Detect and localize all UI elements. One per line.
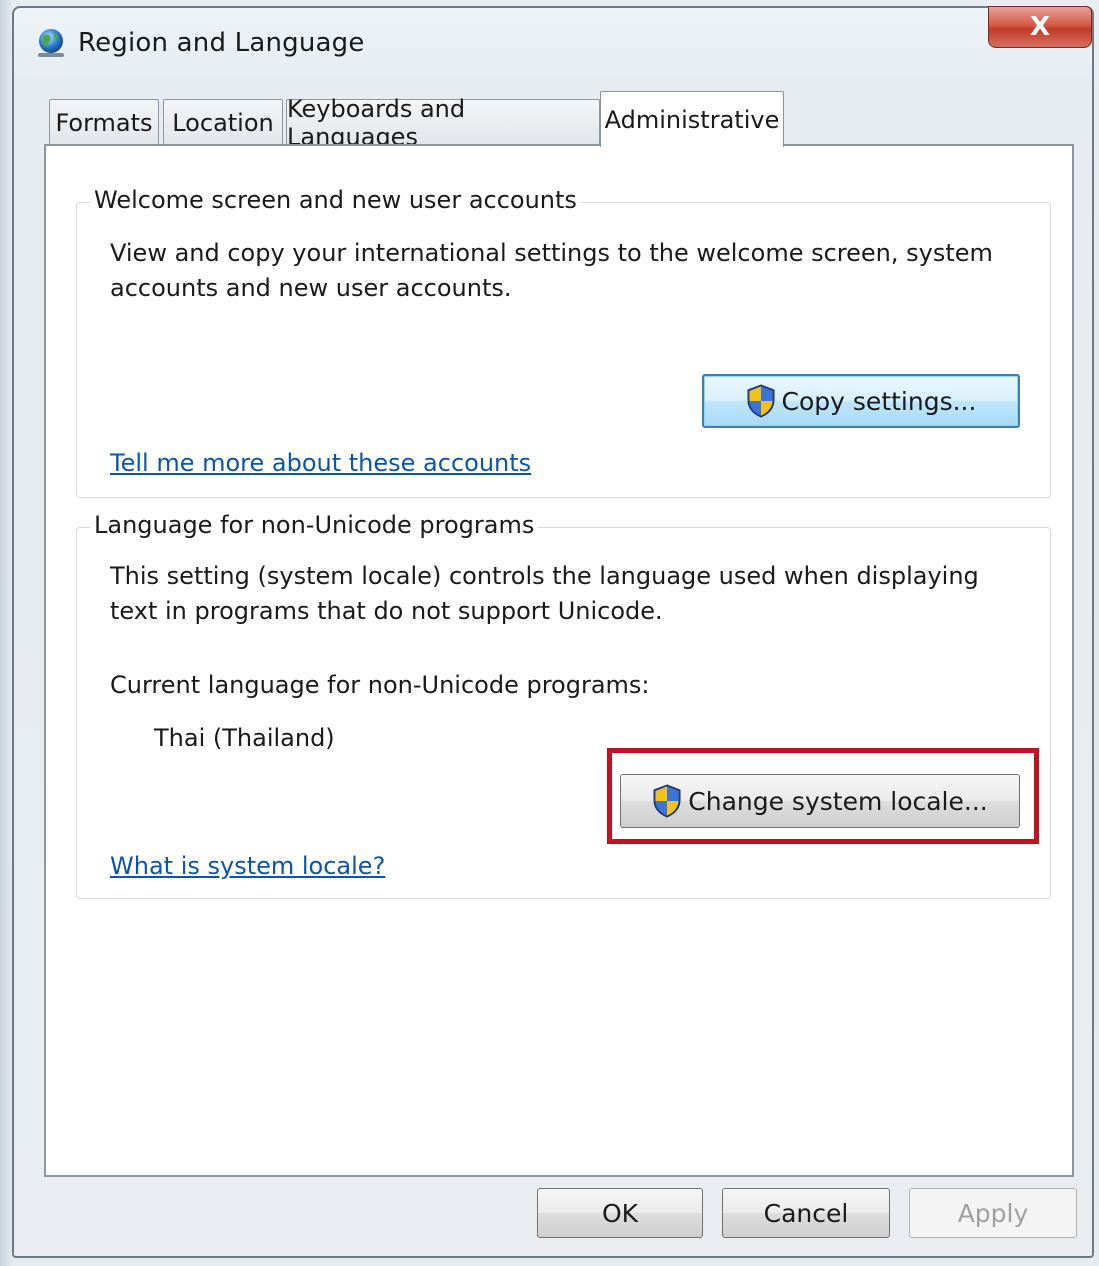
current-language-label: Current language for non-Unicode program…: [110, 671, 650, 699]
copy-settings-label: Copy settings...: [781, 386, 977, 416]
non-unicode-description-line1: This setting (system locale) controls th…: [110, 562, 979, 590]
uac-shield-icon: [747, 384, 775, 418]
tab-keyboards-and-languages[interactable]: Keyboards and Languages: [286, 95, 600, 151]
tab-label: Location: [172, 108, 274, 137]
non-unicode-description-line2: text in programs that do not support Uni…: [110, 597, 663, 625]
ok-label: OK: [601, 1198, 639, 1228]
welcome-description-line2: accounts and new user accounts.: [110, 274, 512, 302]
accounts-help-link[interactable]: Tell me more about these accounts: [110, 449, 531, 477]
close-icon: X: [1029, 12, 1051, 42]
close-button[interactable]: X: [988, 6, 1092, 48]
cancel-label: Cancel: [763, 1198, 849, 1228]
region-language-dialog: Region and Language X Formats Location K…: [12, 6, 1094, 1258]
welcome-description-line1: View and copy your international setting…: [110, 239, 993, 267]
tab-administrative[interactable]: Administrative: [600, 91, 784, 147]
welcome-group-title: Welcome screen and new user accounts: [90, 186, 581, 214]
apply-button: Apply: [909, 1188, 1077, 1238]
highlight-annotation: [607, 748, 1039, 844]
current-language-value: Thai (Thailand): [154, 724, 335, 752]
non-unicode-group-title: Language for non-Unicode programs: [90, 511, 539, 539]
tab-label: Keyboards and Languages: [287, 94, 466, 151]
system-locale-help-link[interactable]: What is system locale?: [110, 852, 385, 880]
administrative-panel: Welcome screen and new user accounts Vie…: [44, 144, 1074, 1177]
tab-label: Administrative: [604, 105, 780, 134]
apply-label: Apply: [957, 1198, 1029, 1228]
copy-settings-button[interactable]: Copy settings...: [702, 374, 1020, 428]
window-edge: [0, 0, 12, 1266]
tab-formats[interactable]: Formats: [49, 99, 159, 145]
cancel-button[interactable]: Cancel: [722, 1188, 890, 1238]
tab-label: Formats: [55, 108, 153, 137]
globe-icon: [38, 29, 64, 57]
ok-button[interactable]: OK: [537, 1188, 703, 1238]
window-title: Region and Language: [78, 28, 365, 58]
title-bar[interactable]: Region and Language X: [14, 6, 1092, 80]
tab-location[interactable]: Location: [163, 99, 283, 145]
